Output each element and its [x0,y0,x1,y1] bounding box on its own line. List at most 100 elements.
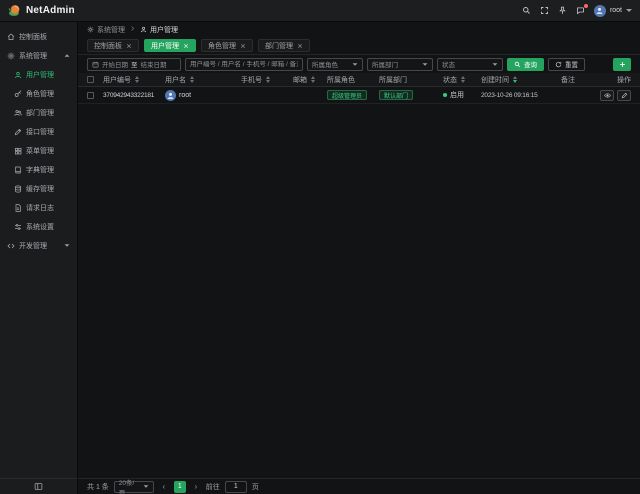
sidebar-footer [0,478,77,494]
status-select[interactable]: 状态 [437,58,503,71]
notification-badge [583,3,589,9]
tab-departments[interactable]: 部门管理 [258,39,310,52]
home-icon [7,33,15,41]
row-checkbox[interactable] [87,92,94,99]
fullscreen-icon[interactable] [540,6,549,15]
close-icon[interactable] [240,43,246,49]
sidebar-group-system[interactable]: 系统管理 [0,46,77,65]
gear-icon [87,26,94,33]
page-number-button[interactable]: 1 [174,481,186,493]
people-icon [14,109,22,117]
table-header: 用户编号 用户名 手机号 邮箱 所属角色 [78,73,640,87]
sidebar-item-departments[interactable]: 部门管理 [0,103,77,122]
tab-dashboard[interactable]: 控制面板 [87,39,139,52]
column-email[interactable]: 邮箱 [293,75,327,85]
column-actions: 操作 [587,75,631,85]
plus-icon [619,61,626,68]
edit-button[interactable] [617,90,631,101]
department-select[interactable]: 所属部门 [367,58,433,71]
sidebar-item-dictionary[interactable]: 字典管理 [0,160,77,179]
grid-icon [14,147,22,155]
row-role: 超级管理员 [327,90,379,100]
search-icon [514,61,521,68]
sliders-icon [14,223,22,231]
row-username: root [165,90,241,101]
goto-page-input[interactable] [225,481,247,493]
total-count: 共 1 条 [87,482,109,492]
sidebar-item-users[interactable]: 用户管理 [0,65,77,84]
sidebar-item-dashboard[interactable]: 控制面板 [0,27,77,46]
add-user-button[interactable] [613,58,631,71]
column-role: 所属角色 [327,75,379,85]
edit-icon [621,92,628,99]
tab-users[interactable]: 用户管理 [144,39,196,52]
close-icon[interactable] [126,43,132,49]
reset-button[interactable]: 重置 [548,58,585,71]
sidebar: 控制面板 系统管理 用户管理 角色管理 部门管理 [0,22,78,494]
role-select[interactable]: 所属角色 [307,58,363,71]
search-icon[interactable] [522,6,531,15]
column-username[interactable]: 用户名 [165,75,241,85]
close-icon[interactable] [297,43,303,49]
keyword-search-field [185,58,303,71]
user-icon [140,26,147,33]
book-icon [14,166,22,174]
user-icon [14,71,22,79]
sidebar-item-menus[interactable]: 菜单管理 [0,141,77,160]
row-status: 启用 [443,90,481,100]
role-tag: 超级管理员 [327,90,367,100]
code-icon [7,242,15,250]
username-label: root [610,7,622,14]
sidebar-group-development[interactable]: 开发管理 [0,236,77,255]
message-icon[interactable] [576,6,585,15]
sidebar-item-settings[interactable]: 系统设置 [0,217,77,236]
sort-icon [135,76,139,83]
column-phone[interactable]: 手机号 [241,75,293,85]
sidebar-item-api[interactable]: 接口管理 [0,122,77,141]
date-range-picker[interactable]: 开始日期 至 结束日期 [87,58,181,71]
app-window: NetAdmin root [0,0,640,494]
select-all-checkbox[interactable] [87,76,94,83]
app-logo-icon [8,4,21,17]
next-page-button[interactable]: › [191,482,201,492]
status-dot [443,93,447,97]
refresh-icon [555,61,562,68]
chevron-up-icon [65,54,70,56]
breadcrumb-system[interactable]: 系统管理 [87,25,125,35]
row-department: 默认部门 [379,90,443,100]
pin-icon[interactable] [558,6,567,15]
department-tag: 默认部门 [379,90,413,100]
prev-page-button[interactable]: ‹ [159,482,169,492]
app-title: NetAdmin [26,5,75,16]
chevron-down-icon [423,63,428,65]
row-user-id: 370942943322181 [103,92,165,99]
date-start-placeholder: 开始日期 [102,59,128,69]
date-end-placeholder: 结束日期 [141,59,167,69]
goto-label: 前往 [206,482,220,492]
search-button[interactable]: 查询 [507,58,544,71]
column-user-id[interactable]: 用户编号 [103,75,165,85]
sidebar-item-roles[interactable]: 角色管理 [0,84,77,103]
collapse-sidebar-icon[interactable] [34,482,43,491]
date-separator: 至 [131,59,138,69]
user-menu[interactable]: root [594,5,632,17]
sort-icon [190,76,194,83]
column-remark: 备注 [561,75,587,85]
sort-icon [266,76,270,83]
view-button[interactable] [600,90,614,101]
database-icon [14,185,22,193]
file-icon [14,204,22,212]
pencil-icon [14,128,22,136]
column-status[interactable]: 状态 [443,75,481,85]
tab-roles[interactable]: 角色管理 [201,39,253,52]
column-created-time[interactable]: 创建时间 [481,75,561,85]
sidebar-item-request-log[interactable]: 请求日志 [0,198,77,217]
main-area: 系统管理 用户管理 控制面板 用户管理 角色管理 [78,22,640,494]
chevron-down-icon [626,9,632,12]
breadcrumb-users[interactable]: 用户管理 [140,25,178,35]
page-size-select[interactable]: 20条/页 [114,481,154,493]
close-icon[interactable] [183,43,189,49]
keyword-search-input[interactable] [190,61,298,68]
sidebar-item-cache[interactable]: 缓存管理 [0,179,77,198]
chevron-down-icon [493,63,498,65]
